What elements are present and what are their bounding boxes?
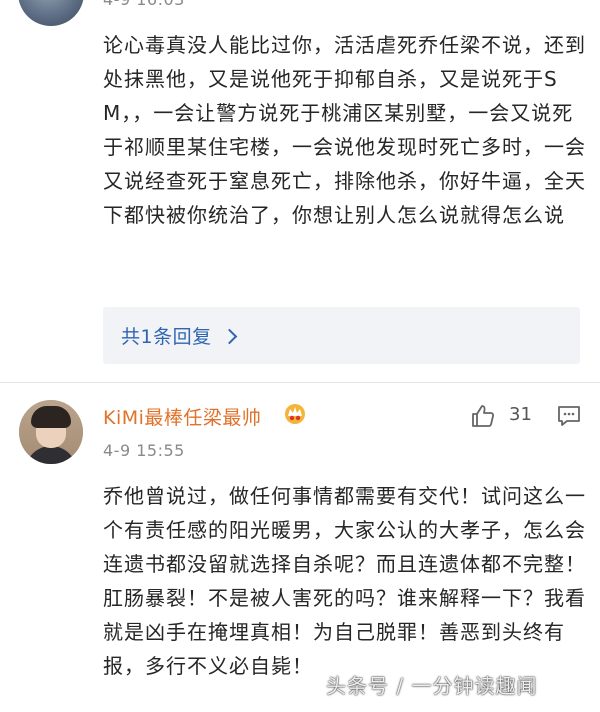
crown-badge-icon	[285, 404, 305, 424]
avatar-top[interactable]	[18, 0, 84, 26]
view-replies-button[interactable]: 共1条回复	[103, 307, 580, 364]
comment-timestamp: 4-9 15:55	[103, 441, 185, 460]
like-count: 31	[509, 404, 532, 425]
comment-text: 乔他曾说过，做任何事情都需要有交代！试问这么一个有责任感的阳光暖男，大家公认的大…	[103, 484, 586, 678]
like-icon[interactable]	[470, 403, 496, 429]
divider	[0, 382, 600, 383]
comment-icon[interactable]	[556, 404, 582, 428]
username[interactable]: KiMi最棒任梁最帅	[103, 403, 261, 430]
comment-timestamp: 4-9 16:03	[103, 0, 185, 9]
watermark: 头条号 / 一分钟读趣闻	[326, 674, 538, 698]
comment-text: 论心毒真没人能比过你，活活虐死乔任梁不说，还到处抹黑他，又是说他死于抑郁自杀，又…	[103, 33, 586, 227]
chevron-right-icon	[221, 328, 237, 344]
avatar[interactable]	[19, 400, 83, 464]
replies-label: 共1条回复	[121, 326, 212, 348]
